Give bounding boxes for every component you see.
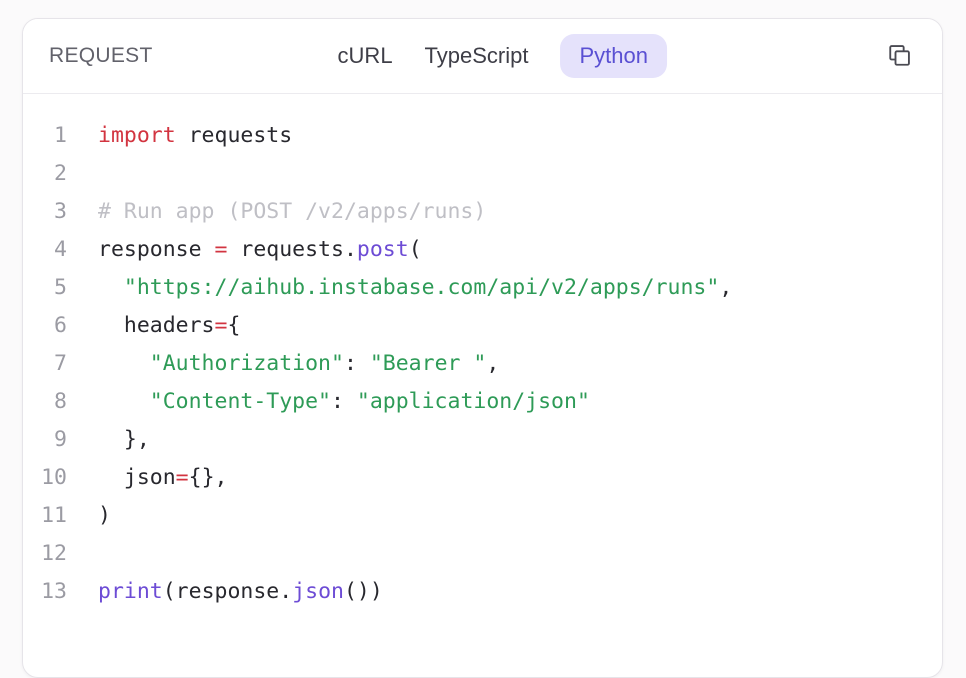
- code-text: "https://aihub.instabase.com/api/v2/apps…: [67, 269, 732, 307]
- tab-curl[interactable]: cURL: [338, 34, 393, 78]
- code-line: 10 json={},: [23, 459, 942, 497]
- code-text: "Authorization": "Bearer ",: [67, 345, 499, 383]
- code-line: 11): [23, 497, 942, 535]
- request-header: REQUEST cURL TypeScript Python: [23, 19, 942, 94]
- panel-title: REQUEST: [49, 44, 153, 68]
- line-number: 7: [23, 345, 67, 383]
- code-text: [67, 155, 98, 193]
- language-tabs: cURL TypeScript Python: [338, 34, 667, 78]
- line-number: 10: [23, 459, 67, 497]
- line-number: 2: [23, 155, 67, 193]
- code-text: import requests: [67, 117, 292, 155]
- tab-python[interactable]: Python: [560, 34, 667, 78]
- copy-button[interactable]: [882, 39, 916, 73]
- line-number: 13: [23, 573, 67, 611]
- code-text: },: [67, 421, 150, 459]
- code-line: 4response = requests.post(: [23, 231, 942, 269]
- code-text: print(response.json()): [67, 573, 383, 611]
- code-text: headers={: [67, 307, 240, 345]
- code-line: 6 headers={: [23, 307, 942, 345]
- code-line: 7 "Authorization": "Bearer ",: [23, 345, 942, 383]
- line-number: 4: [23, 231, 67, 269]
- line-number: 11: [23, 497, 67, 535]
- code-line: 13print(response.json()): [23, 573, 942, 611]
- code-text: response = requests.post(: [67, 231, 422, 269]
- code-text: json={},: [67, 459, 227, 497]
- line-number: 9: [23, 421, 67, 459]
- line-number: 6: [23, 307, 67, 345]
- code-block: 1import requests23# Run app (POST /v2/ap…: [23, 94, 942, 611]
- line-number: 12: [23, 535, 67, 573]
- code-line: 1import requests: [23, 117, 942, 155]
- request-card: REQUEST cURL TypeScript Python 1import req…: [22, 18, 943, 678]
- line-number: 5: [23, 269, 67, 307]
- code-text: [67, 535, 98, 573]
- code-text: "Content-Type": "application/json": [67, 383, 590, 421]
- code-line: 8 "Content-Type": "application/json": [23, 383, 942, 421]
- code-line: 3# Run app (POST /v2/apps/runs): [23, 193, 942, 231]
- code-text: # Run app (POST /v2/apps/runs): [67, 193, 486, 231]
- line-number: 8: [23, 383, 67, 421]
- copy-icon: [885, 42, 913, 70]
- code-line: 5 "https://aihub.instabase.com/api/v2/ap…: [23, 269, 942, 307]
- line-number: 3: [23, 193, 67, 231]
- tab-typescript[interactable]: TypeScript: [425, 34, 529, 78]
- code-line: 9 },: [23, 421, 942, 459]
- code-line: 12: [23, 535, 942, 573]
- code-text: ): [67, 497, 111, 535]
- line-number: 1: [23, 117, 67, 155]
- code-line: 2: [23, 155, 942, 193]
